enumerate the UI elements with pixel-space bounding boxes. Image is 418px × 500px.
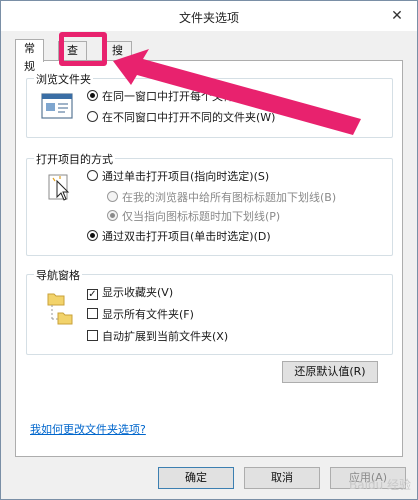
radio-open-same-window[interactable]: 在同一窗口中打开每个文件夹(M) <box>87 89 263 105</box>
checkbox-indicator <box>87 330 98 341</box>
close-icon[interactable]: ✕ <box>387 7 407 25</box>
window-illustration-icon <box>41 93 73 119</box>
dialog-title: 文件夹选项 <box>178 11 239 25</box>
radio-label: 通过双击打开项目(单击时选定)(D) <box>102 230 271 243</box>
checkbox-label: 显示收藏夹(V) <box>102 286 174 299</box>
browse-folders-title: 浏览文件夹 <box>34 71 93 87</box>
radio-label: 在同一窗口中打开每个文件夹(M) <box>102 90 264 103</box>
help-link[interactable]: 我如何更改文件夹选项? <box>30 421 146 437</box>
radio-indicator <box>107 210 118 221</box>
checkbox-indicator: ✓ <box>87 289 98 300</box>
click-items-group: 打开项目的方式 通过单击打开项目(指向时选定)(S) 在我的浏览器中给所有图标标… <box>26 151 393 256</box>
checkbox-show-all-folders[interactable]: 显示所有文件夹(F) <box>87 307 194 323</box>
checkbox-label: 显示所有文件夹(F) <box>102 308 194 321</box>
cancel-button[interactable]: 取消 <box>244 467 320 489</box>
radio-label: 在不同窗口中打开不同的文件夹(W) <box>102 111 276 124</box>
radio-indicator <box>87 90 98 101</box>
radio-underline-all[interactable]: 在我的浏览器中给所有图标标题加下划线(B) <box>107 190 336 206</box>
checkbox-auto-expand[interactable]: 自动扩展到当前文件夹(X) <box>87 329 228 345</box>
tab-general[interactable]: 常规 <box>15 39 44 73</box>
checkbox-show-favorites[interactable]: ✓ 显示收藏夹(V) <box>87 285 173 301</box>
tab-highlight-box <box>59 32 107 66</box>
checkbox-indicator <box>87 308 98 319</box>
radio-underline-hover[interactable]: 仅当指向图标标题时加下划线(P) <box>107 209 280 225</box>
radio-single-click[interactable]: 通过单击打开项目(指向时选定)(S) <box>87 169 269 185</box>
restore-defaults-button[interactable]: 还原默认值(R) <box>282 361 378 383</box>
navigation-pane-title: 导航窗格 <box>34 267 82 283</box>
radio-open-new-window[interactable]: 在不同窗口中打开不同的文件夹(W) <box>87 110 275 126</box>
general-tab-panel: 浏览文件夹 在同一窗口中打开每个文件夹(M) 在不同窗口中打开不同的文件夹(W)… <box>15 60 403 457</box>
radio-indicator <box>87 111 98 122</box>
radio-indicator <box>107 191 118 202</box>
tab-search[interactable]: 搜索 <box>103 41 132 75</box>
radio-double-click[interactable]: 通过双击打开项目(单击时选定)(D) <box>87 229 271 245</box>
radio-label: 在我的浏览器中给所有图标标题加下划线(B) <box>122 191 337 204</box>
cursor-click-icon <box>48 174 70 201</box>
click-items-title: 打开项目的方式 <box>34 151 115 167</box>
folder-options-dialog: 文件夹选项 ✕ 常规 查看 搜索 浏览文件夹 在同一窗口中打开每个文件夹(M) … <box>0 0 418 500</box>
checkbox-label: 自动扩展到当前文件夹(X) <box>102 330 229 343</box>
radio-indicator <box>87 170 98 181</box>
radio-label: 通过单击打开项目(指向时选定)(S) <box>102 170 270 183</box>
watermark: Baidu 经验 <box>349 478 411 492</box>
browse-folders-group: 浏览文件夹 在同一窗口中打开每个文件夹(M) 在不同窗口中打开不同的文件夹(W) <box>26 71 393 138</box>
title-bar: 文件夹选项 ✕ <box>1 1 417 31</box>
navigation-pane-group: 导航窗格 ✓ 显示收藏夹(V) 显示所有文件夹(F) 自动扩展到当前文件夹(X) <box>26 267 393 355</box>
radio-label: 仅当指向图标标题时加下划线(P) <box>122 210 281 223</box>
folder-tree-icon <box>47 293 73 325</box>
radio-indicator <box>87 230 98 241</box>
ok-button[interactable]: 确定 <box>158 467 234 489</box>
